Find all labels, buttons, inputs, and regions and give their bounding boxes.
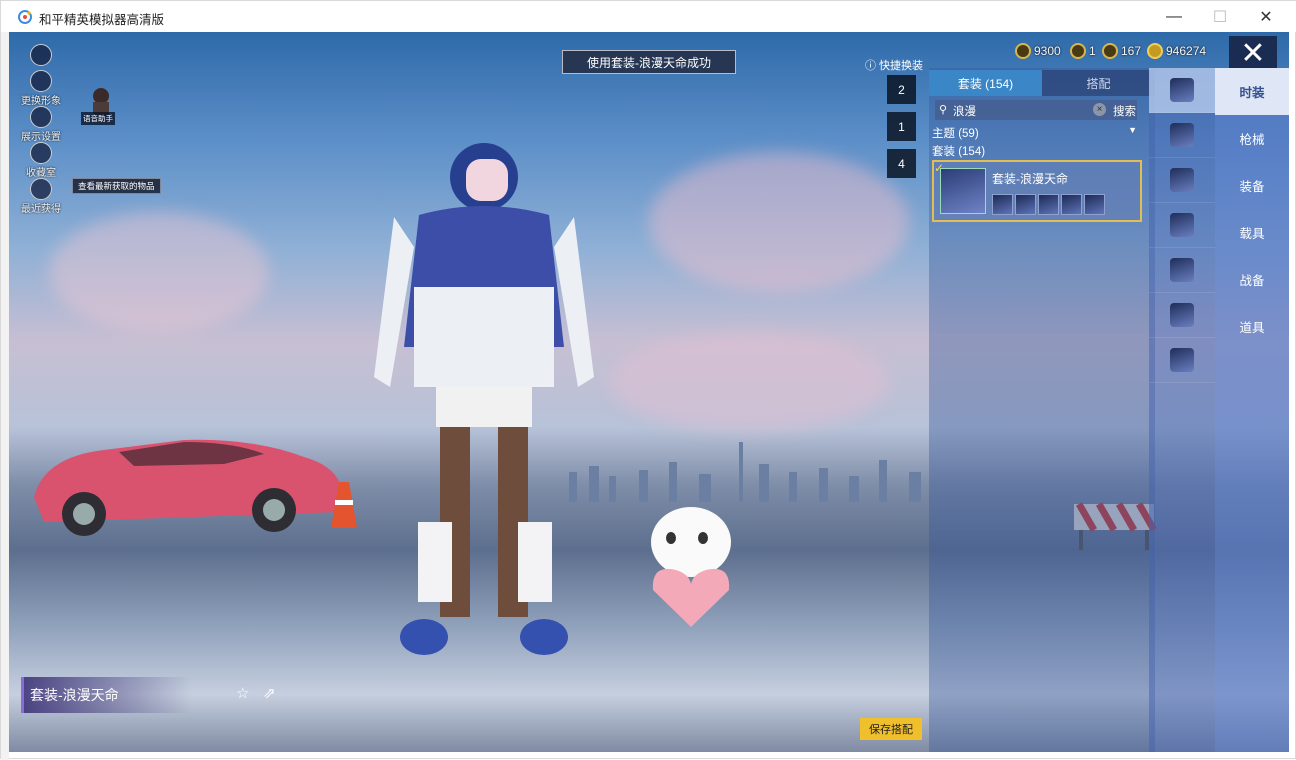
suit-pieces: [992, 194, 1105, 215]
resource-token: 1: [1070, 41, 1096, 61]
quick-slot-1[interactable]: 1: [887, 112, 916, 141]
app-logo-icon: [18, 10, 32, 24]
success-toast: 使用套装-浪漫天命成功: [562, 50, 736, 74]
game-viewport[interactable]: 9300 1 167 946274 ✕ 使用套装-浪漫天命成功 ⓘ 快捷换装 2 …: [9, 32, 1289, 752]
silver-coin-icon: [1015, 43, 1031, 59]
current-outfit-name: 套装-浪漫天命: [21, 677, 191, 713]
display-settings-button[interactable]: 展示设置: [19, 106, 63, 143]
cloud: [609, 332, 889, 432]
search-box[interactable]: ⚲ 浪漫 × 搜索: [935, 100, 1137, 120]
suit-section-header: 套装 (154): [932, 146, 986, 158]
expand-menu-button[interactable]: [25, 44, 57, 66]
category-top-icon[interactable]: [1149, 203, 1215, 248]
share-icon[interactable]: ⇗: [263, 684, 285, 706]
side-tab-column: 时装 枪械 装备 载具 战备 道具: [1215, 68, 1289, 752]
side-tab-equipment[interactable]: 装备: [1215, 162, 1289, 209]
city-skyline-image: [569, 442, 921, 502]
change-look-button[interactable]: 更换形象: [19, 70, 63, 107]
quick-slot-4[interactable]: 4: [887, 149, 916, 178]
tab-suits[interactable]: 套装 (154): [929, 70, 1042, 96]
suit-piece-thumbnail[interactable]: [992, 194, 1013, 215]
quick-change-label[interactable]: ⓘ 快捷换装: [865, 57, 923, 73]
app-window: 和平精英模拟器高清版 — ☐ ✕ 9300 1 167 946274 ✕ 使用套…: [0, 0, 1296, 760]
category-bottom-icon[interactable]: [1149, 248, 1215, 293]
side-tab-combat-prep[interactable]: 战备: [1215, 256, 1289, 303]
gift-icon: [30, 178, 52, 200]
close-wardrobe-button[interactable]: ✕: [1229, 36, 1277, 72]
category-outfit-icon[interactable]: [1149, 68, 1215, 113]
panel-tabs: 套装 (154) 搭配: [929, 70, 1155, 96]
tab-matching[interactable]: 搭配: [1042, 70, 1155, 96]
suit-card[interactable]: ✓ 套装-浪漫天命: [932, 160, 1142, 222]
search-button[interactable]: 搜索: [1113, 103, 1136, 119]
person-icon: [30, 70, 52, 92]
sports-car-image: [34, 439, 342, 536]
category-shoes-icon[interactable]: [1149, 338, 1215, 383]
close-window-button[interactable]: ✕: [1243, 1, 1289, 32]
search-input[interactable]: 浪漫: [953, 103, 976, 119]
maximize-button[interactable]: ☐: [1197, 1, 1243, 32]
title-bar: 和平精英模拟器高清版 — ☐ ✕: [1, 1, 1296, 32]
resource-gold: 946274: [1147, 41, 1206, 61]
suit-card-name: 套装-浪漫天命: [992, 172, 1068, 186]
minimize-button[interactable]: —: [1151, 1, 1197, 32]
suit-piece-thumbnail[interactable]: [1015, 194, 1036, 215]
traffic-cone-image: [331, 482, 357, 528]
close-icon: ✕: [1240, 37, 1266, 70]
help-icon: ⓘ: [865, 60, 876, 72]
suit-piece-thumbnail[interactable]: [1038, 194, 1059, 215]
favorite-icon[interactable]: ☆: [236, 684, 258, 706]
side-tab-fashion[interactable]: 时装: [1215, 68, 1289, 115]
clear-search-icon[interactable]: ×: [1093, 103, 1106, 116]
theme-section-header[interactable]: 主题 (59) ▼: [932, 125, 1140, 141]
gold-coin-icon: [1147, 43, 1163, 59]
equipped-check-icon: ✓: [934, 161, 945, 175]
recent-items-button[interactable]: 最近获得: [19, 178, 63, 215]
save-outfit-button[interactable]: 保存搭配: [860, 718, 922, 740]
voice-assistant-button[interactable]: 语音助手: [81, 86, 121, 125]
recent-items-tooltip: 查看最新获取的物品: [72, 178, 161, 194]
resource-silver: 9300: [1015, 41, 1061, 61]
collection-button[interactable]: 收藏室: [19, 142, 63, 179]
token-icon: [1070, 43, 1086, 59]
suit-piece-thumbnail[interactable]: [1084, 194, 1105, 215]
bunny-pet-image: [651, 507, 731, 627]
search-icon: ⚲: [939, 104, 948, 116]
quick-slot-2[interactable]: 2: [887, 75, 916, 104]
resource-medal: 167: [1102, 41, 1141, 61]
cloud: [49, 212, 269, 332]
category-icon-column: [1149, 68, 1215, 752]
side-tab-weapons[interactable]: 枪械: [1215, 115, 1289, 162]
character-model-image: [374, 143, 594, 655]
category-glasses-icon[interactable]: [1149, 158, 1215, 203]
category-full-icon[interactable]: [1149, 293, 1215, 338]
cloud: [649, 152, 909, 292]
arrow-right-icon: [30, 44, 52, 66]
side-tab-vehicles[interactable]: 载具: [1215, 209, 1289, 256]
crown-icon: [30, 142, 52, 164]
eye-icon: [30, 106, 52, 128]
wardrobe-panel: 套装 (154) 搭配 ⚲ 浪漫 × 搜索 主题 (59) ▼ 套装 (154) …: [929, 70, 1155, 222]
left-edge: [1, 32, 9, 760]
suit-piece-thumbnail[interactable]: [1061, 194, 1082, 215]
category-hat-icon[interactable]: [1149, 113, 1215, 158]
dropdown-arrow-icon: ▼: [1128, 125, 1137, 135]
side-tab-items[interactable]: 道具: [1215, 303, 1289, 350]
medal-icon: [1102, 43, 1118, 59]
window-title: 和平精英模拟器高清版: [39, 13, 165, 27]
